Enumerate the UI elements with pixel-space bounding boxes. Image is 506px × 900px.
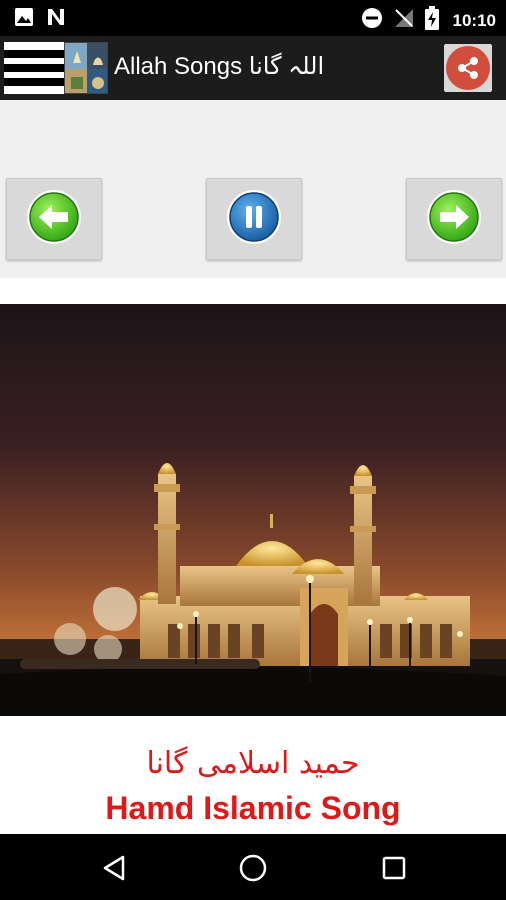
app-bar: Allah Songs اللہ گانا: [0, 36, 506, 100]
next-button[interactable]: [406, 178, 502, 260]
song-title-english: Hamd Islamic Song: [105, 790, 401, 826]
image-icon: [14, 7, 34, 32]
home-icon[interactable]: [237, 852, 269, 884]
player-controls: [0, 100, 506, 278]
recents-icon[interactable]: [378, 852, 410, 884]
battery-charging-icon: [424, 6, 439, 35]
share-icon: [446, 46, 490, 90]
spacer: [0, 278, 506, 304]
mosque-image: [0, 304, 506, 716]
song-title-urdu: حمید اسلامی گانا: [146, 746, 360, 781]
app-thumbnail: [64, 42, 108, 94]
arrow-right-icon: [425, 188, 483, 251]
arrow-left-icon: [25, 188, 83, 251]
previous-button[interactable]: [6, 178, 102, 260]
status-time: 10:10: [452, 10, 496, 30]
status-bar: 10:10: [0, 0, 506, 36]
do-not-disturb-icon: [361, 7, 383, 34]
pause-icon: [225, 188, 283, 251]
pause-button[interactable]: [206, 178, 302, 260]
song-captions: حمید اسلامی گانا Hamd Islamic Song: [0, 716, 506, 834]
back-icon[interactable]: [98, 852, 130, 884]
n-notification-icon: [46, 7, 66, 32]
app-title: Allah Songs اللہ گانا: [114, 53, 325, 80]
no-signal-icon: [393, 7, 415, 34]
menu-icon[interactable]: [4, 42, 64, 94]
navigation-bar: [0, 834, 506, 900]
share-button[interactable]: [444, 44, 492, 92]
